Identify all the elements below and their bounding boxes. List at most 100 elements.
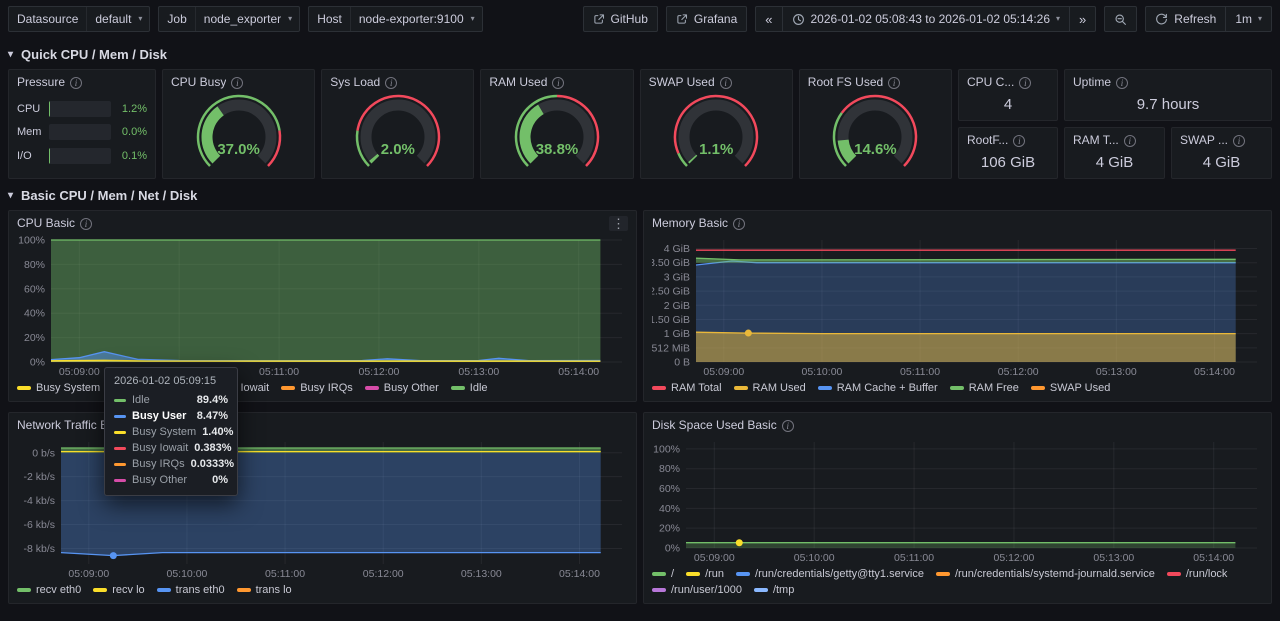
svg-text:05:12:00: 05:12:00 [998, 366, 1039, 378]
time-shift-back-button[interactable]: « [755, 6, 782, 32]
var-datasource-select[interactable]: default ▾ [86, 7, 149, 31]
legend-item[interactable]: /tmp [754, 583, 794, 597]
panel-title[interactable]: Pressure [17, 75, 65, 90]
panel-title[interactable]: CPU C... [967, 75, 1014, 90]
section-quick-cpu-mem-disk[interactable]: ▾ Quick CPU / Mem / Disk [0, 38, 1280, 69]
kebab-menu-icon[interactable]: ⋮ [609, 216, 628, 231]
var-host-select[interactable]: node-exporter:9100 ▾ [350, 7, 482, 31]
svg-text:05:09:00: 05:09:00 [68, 568, 109, 580]
panel-title[interactable]: Root FS Used [808, 75, 883, 90]
legend-item[interactable]: recv lo [93, 583, 144, 597]
panel-title[interactable]: RootF... [967, 133, 1008, 148]
section-basic-cpu-mem-net-disk[interactable]: ▾ Basic CPU / Mem / Net / Disk [0, 179, 1280, 210]
time-range-picker[interactable]: 2026-01-02 05:08:43 to 2026-01-02 05:14:… [783, 6, 1071, 32]
panel-title[interactable]: Memory Basic [652, 216, 728, 231]
memory-basic-chart[interactable]: 0 B512 MiB1 GiB1.50 GiB2 GiB2.50 GiB3 Gi… [652, 234, 1263, 378]
legend-item[interactable]: trans eth0 [157, 583, 225, 597]
legend-color-swatch [451, 386, 465, 390]
legend-item[interactable]: RAM Cache + Buffer [818, 381, 938, 395]
panel-title[interactable]: SWAP ... [1180, 133, 1228, 148]
legend-item[interactable]: Idle [451, 381, 488, 395]
var-datasource-value: default [95, 12, 131, 26]
info-icon[interactable]: i [80, 218, 92, 230]
info-icon[interactable]: i [782, 420, 794, 432]
disk-space-chart[interactable]: 0%20%40%60%80%100%05:09:0005:10:0005:11:… [652, 436, 1263, 564]
info-icon[interactable]: i [720, 77, 732, 89]
info-icon[interactable]: i [70, 77, 82, 89]
svg-text:80%: 80% [659, 463, 680, 475]
legend-color-swatch [93, 588, 107, 592]
info-icon[interactable]: i [385, 77, 397, 89]
legend-item[interactable]: /run/credentials/systemd-journald.servic… [936, 567, 1155, 581]
refresh-interval-select[interactable]: 1m ▾ [1226, 6, 1272, 32]
legend-color-swatch [17, 386, 31, 390]
cpu-basic-chart[interactable]: 0%20%40%60%80%100%05:09:0005:10:0005:11:… [17, 234, 628, 378]
svg-text:05:14:00: 05:14:00 [1193, 552, 1234, 564]
info-icon[interactable]: i [1124, 135, 1136, 147]
refresh-label: Refresh [1174, 12, 1216, 26]
info-icon[interactable]: i [1233, 135, 1245, 147]
panel-title[interactable]: Sys Load [330, 75, 380, 90]
github-link-button[interactable]: GitHub [583, 6, 658, 32]
var-job-select[interactable]: node_exporter ▾ [195, 7, 299, 31]
legend-color-swatch [736, 572, 750, 576]
svg-text:05:10:00: 05:10:00 [794, 552, 835, 564]
legend-color-swatch [754, 588, 768, 592]
panel-title[interactable]: Uptime [1073, 75, 1111, 90]
info-icon[interactable]: i [1019, 77, 1031, 89]
panel-cpu-busy: CPU Busy i 37.0% [162, 69, 315, 179]
info-icon[interactable]: i [733, 218, 745, 230]
legend-item[interactable]: /run/user/1000 [652, 583, 742, 597]
refresh-button[interactable]: Refresh [1145, 6, 1226, 32]
info-icon[interactable]: i [552, 77, 564, 89]
legend-label: /tmp [773, 583, 794, 597]
svg-text:20%: 20% [659, 523, 680, 535]
dashboard-controls-bar: Datasource default ▾ Job node_exporter ▾… [0, 0, 1280, 38]
panel-title[interactable]: CPU Busy [171, 75, 226, 90]
time-range-group: « 2026-01-02 05:08:43 to 2026-01-02 05:1… [755, 6, 1096, 32]
legend-color-swatch [237, 588, 251, 592]
grafana-link-button[interactable]: Grafana [666, 6, 747, 32]
svg-text:3 GiB: 3 GiB [664, 271, 690, 283]
svg-text:0 b/s: 0 b/s [32, 447, 55, 459]
info-icon[interactable]: i [1013, 135, 1025, 147]
gauge-value: 14.6% [800, 141, 951, 158]
tooltip-series-row: Idle89.4% [114, 392, 228, 408]
legend-item[interactable]: /run/lock [1167, 567, 1228, 581]
legend-color-swatch [652, 572, 666, 576]
legend-label: RAM Total [671, 381, 722, 395]
legend-item[interactable]: RAM Used [734, 381, 806, 395]
legend-item[interactable]: /run [686, 567, 724, 581]
external-link-icon [593, 13, 605, 25]
legend-item[interactable]: Busy System [17, 381, 100, 395]
legend-item[interactable]: RAM Free [950, 381, 1019, 395]
time-range-text: 2026-01-02 05:08:43 to 2026-01-02 05:14:… [811, 12, 1051, 26]
time-shift-forward-button[interactable]: » [1070, 6, 1096, 32]
legend-item[interactable]: Busy Other [365, 381, 439, 395]
legend-item[interactable]: /run/credentials/getty@tty1.service [736, 567, 924, 581]
legend-label: /run/credentials/systemd-journald.servic… [955, 567, 1155, 581]
panel-pressure: Pressure i CPU 1.2% Mem 0.0% I/O 0.1% [8, 69, 156, 179]
zoom-out-button[interactable] [1104, 6, 1137, 32]
info-icon[interactable]: i [1116, 77, 1128, 89]
legend-item[interactable]: trans lo [237, 583, 292, 597]
legend-item[interactable]: / [652, 567, 674, 581]
panel-title[interactable]: RAM Used [489, 75, 547, 90]
panel-title[interactable]: Disk Space Used Basic [652, 418, 777, 433]
tooltip-series-row: Busy System1.40% [114, 424, 228, 440]
svg-text:2 GiB: 2 GiB [664, 300, 690, 312]
info-icon[interactable]: i [888, 77, 900, 89]
legend-item[interactable]: recv eth0 [17, 583, 81, 597]
legend-item[interactable]: Busy IRQs [281, 381, 353, 395]
panel-title[interactable]: RAM T... [1073, 133, 1119, 148]
var-datasource: Datasource default ▾ [8, 6, 150, 32]
var-job-value: node_exporter [204, 12, 281, 26]
legend-item[interactable]: SWAP Used [1031, 381, 1111, 395]
panel-title[interactable]: SWAP Used [649, 75, 715, 90]
panel-title[interactable]: CPU Basic [17, 216, 75, 231]
info-icon[interactable]: i [231, 77, 243, 89]
svg-text:-4 kb/s: -4 kb/s [23, 495, 55, 507]
chevron-down-icon: ▾ [8, 190, 13, 201]
legend-item[interactable]: RAM Total [652, 381, 722, 395]
pressure-row-label: Mem [17, 126, 43, 138]
